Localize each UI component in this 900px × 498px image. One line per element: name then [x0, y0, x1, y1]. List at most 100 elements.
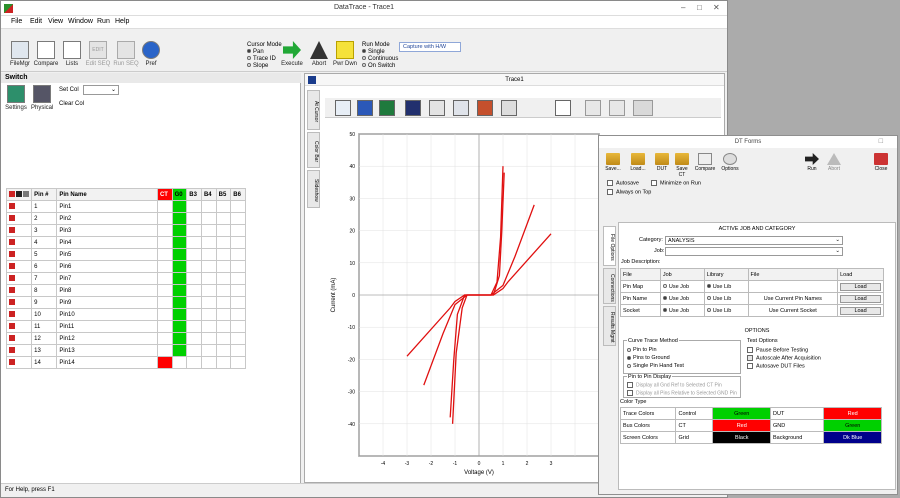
- b3-cell[interactable]: [186, 224, 202, 237]
- g0-cell[interactable]: [171, 224, 188, 237]
- run-mode-single[interactable]: Single: [362, 49, 398, 56]
- g0-cell[interactable]: [171, 344, 188, 357]
- table-row[interactable]: 11 Pin11: [5, 320, 246, 333]
- menu-window[interactable]: Window: [68, 18, 93, 25]
- layout-icon[interactable]: [335, 100, 351, 116]
- b4-cell[interactable]: [200, 284, 217, 297]
- b3-cell[interactable]: [186, 260, 202, 273]
- run-button[interactable]: Run: [804, 153, 820, 172]
- ct-cell[interactable]: [156, 248, 173, 261]
- grid-icon[interactable]: [405, 100, 421, 116]
- table-row[interactable]: 13 Pin13: [5, 344, 246, 357]
- b6-cell[interactable]: [230, 212, 246, 225]
- ct-cell[interactable]: [156, 308, 173, 321]
- b3-cell[interactable]: [186, 212, 202, 225]
- table-row[interactable]: 5 Pin5: [5, 248, 246, 261]
- b3-cell[interactable]: [186, 308, 202, 321]
- autoscale-checkbox[interactable]: Autoscale After Acquisition: [747, 355, 821, 361]
- b5-cell[interactable]: [215, 260, 232, 273]
- menu-file[interactable]: File: [11, 18, 22, 25]
- save-ct-button[interactable]: Save CT: [673, 153, 691, 178]
- use-lib-radio[interactable]: Use Lib: [703, 280, 749, 293]
- dut-button[interactable]: DUT: [655, 153, 669, 172]
- ct-cell[interactable]: [156, 332, 173, 345]
- b6-cell[interactable]: [230, 344, 246, 357]
- b6-cell[interactable]: [230, 236, 246, 249]
- pause-before-testing-checkbox[interactable]: Pause Before Testing: [747, 347, 808, 353]
- b5-cell[interactable]: [215, 200, 232, 213]
- tab-results-mgmt[interactable]: Results Mgmt: [603, 306, 616, 346]
- b4-cell[interactable]: [200, 200, 217, 213]
- color-select-b[interactable]: Red: [823, 407, 882, 420]
- socket-select[interactable]: Use Current Socket: [747, 304, 839, 317]
- cursor-mode-slope[interactable]: Slope: [247, 63, 282, 70]
- load-button[interactable]: Load: [837, 292, 884, 305]
- b5-cell[interactable]: [215, 236, 232, 249]
- image-icon[interactable]: [477, 100, 493, 116]
- save-button[interactable]: Save...: [605, 153, 621, 172]
- use-job-radio[interactable]: Use Job: [659, 280, 705, 293]
- col-g0[interactable]: G0: [171, 188, 188, 201]
- b4-cell[interactable]: [200, 356, 217, 369]
- single-pin-hand-test-radio[interactable]: Single Pin Hand Test: [627, 363, 684, 369]
- menu-run[interactable]: Run: [97, 18, 110, 25]
- b6-cell[interactable]: [230, 260, 246, 273]
- b5-cell[interactable]: [215, 272, 232, 285]
- ct-cell[interactable]: [156, 236, 173, 249]
- col-b4[interactable]: B4: [200, 188, 217, 201]
- cursor-plus-icon[interactable]: [609, 100, 625, 116]
- b3-cell[interactable]: [186, 332, 202, 345]
- g0-cell[interactable]: [171, 200, 188, 213]
- table-row[interactable]: 12 Pin12: [5, 332, 246, 345]
- tab-at-cursor[interactable]: At Cursor: [307, 90, 320, 130]
- tab-connections[interactable]: Connections: [603, 268, 616, 304]
- color-select-a[interactable]: Red: [712, 419, 771, 432]
- ct-cell[interactable]: [156, 212, 173, 225]
- b5-cell[interactable]: [215, 308, 232, 321]
- minimize-on-run-checkbox[interactable]: Minimize on Run: [651, 180, 701, 186]
- b5-cell[interactable]: [215, 212, 232, 225]
- b6-cell[interactable]: [230, 332, 246, 345]
- b5-cell[interactable]: [215, 296, 232, 309]
- ct-cell[interactable]: [156, 320, 173, 333]
- b4-cell[interactable]: [200, 224, 217, 237]
- g0-cell[interactable]: [171, 296, 188, 309]
- tab-slideshow[interactable]: Slideshow: [307, 170, 320, 208]
- b6-cell[interactable]: [230, 272, 246, 285]
- tab-file-options[interactable]: File Options: [603, 226, 616, 266]
- b4-cell[interactable]: [200, 260, 217, 273]
- filemgr-button[interactable]: FileMgr: [9, 41, 31, 67]
- pwr-dwn-button[interactable]: Pwr Dwn: [333, 41, 357, 67]
- table-row[interactable]: 6 Pin6: [5, 260, 246, 273]
- g0-cell[interactable]: [171, 320, 188, 333]
- minimize-icon[interactable]: –: [681, 3, 685, 12]
- b6-cell[interactable]: [230, 296, 246, 309]
- ct-cell[interactable]: [156, 200, 173, 213]
- color-select-b[interactable]: Green: [823, 419, 882, 432]
- cursor-cross-icon[interactable]: [585, 100, 601, 116]
- b3-cell[interactable]: [186, 296, 202, 309]
- job-select[interactable]: ⌄: [665, 247, 843, 256]
- ct-cell[interactable]: [156, 260, 173, 273]
- set-col-select[interactable]: ⌄: [83, 85, 119, 95]
- use-lib-radio[interactable]: Use Lib: [703, 292, 749, 305]
- run-mode-continuous[interactable]: Continuous: [362, 56, 398, 63]
- pin-to-pin-radio[interactable]: Pin to Pin: [627, 347, 657, 353]
- b4-cell[interactable]: [200, 212, 217, 225]
- b5-cell[interactable]: [215, 320, 232, 333]
- b3-cell[interactable]: [186, 272, 202, 285]
- b5-cell[interactable]: [215, 284, 232, 297]
- g0-cell[interactable]: [171, 272, 188, 285]
- options-button[interactable]: Options: [719, 153, 741, 172]
- tab-color-bar[interactable]: Color Bar: [307, 132, 320, 168]
- b3-cell[interactable]: [186, 248, 202, 261]
- abort-dt-button[interactable]: Abort: [825, 153, 843, 172]
- pins-to-ground-radio[interactable]: Pins to Ground: [627, 355, 670, 361]
- color-select-a[interactable]: Black: [712, 431, 771, 444]
- table-row[interactable]: 9 Pin9: [5, 296, 246, 309]
- load-button[interactable]: Load...: [629, 153, 647, 172]
- b4-cell[interactable]: [200, 344, 217, 357]
- settings-button[interactable]: Settings: [5, 85, 27, 111]
- load-button[interactable]: Load: [837, 304, 884, 317]
- table-row[interactable]: 4 Pin4: [5, 236, 246, 249]
